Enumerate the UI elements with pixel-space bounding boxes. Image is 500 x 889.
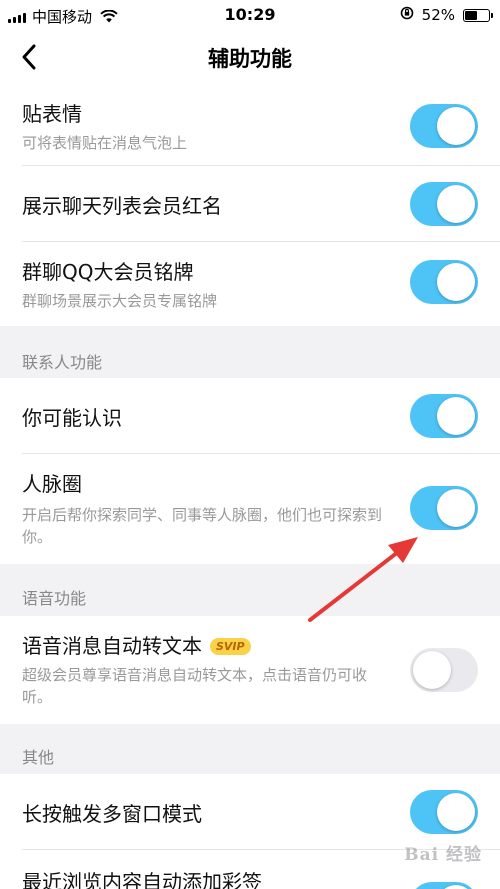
toggle-knob [437,397,475,435]
toggle-knob [437,489,475,527]
setting-row-voice-to-text: 语音消息自动转文本 SVIP 超级会员尊享语音消息自动转文本，点击语音仍可收听。 [0,616,500,724]
may-know-toggle[interactable] [410,394,478,438]
auto-tag-toggle[interactable] [410,882,478,889]
toggle-knob [437,793,475,831]
setting-row-group-badge: 群聊QQ大会员铭牌 群聊场景展示大会员专属铭牌 [0,242,500,326]
battery-fill [465,10,477,20]
svip-badge: SVIP [210,638,251,655]
page-title: 辅助功能 [208,47,292,71]
setting-row-network: 人脉圈 开启后帮你探索同学、同事等人脉圈，他们也可探索到你。 [0,454,500,564]
battery-icon [463,8,493,22]
toggle-knob [437,885,475,889]
setting-title: 长按触发多窗口模式 [22,802,202,826]
setting-desc: 可将表情贴在消息气泡上 [22,134,188,152]
toggle-knob [437,185,475,223]
watermark-logo: Bai 经验 [404,845,482,865]
section-header-voice: 语音功能 [0,564,500,616]
nav-bar: 辅助功能 [0,30,500,86]
vip-red-name-toggle[interactable] [410,182,478,226]
section-title: 联系人功能 [22,353,103,372]
setting-title: 展示聊天列表会员红名 [22,194,222,218]
setting-desc: 超级会员尊享语音消息自动转文本，点击语音仍可收听。 [22,666,368,706]
voice-to-text-toggle[interactable] [410,648,478,692]
sticker-toggle[interactable] [410,104,478,148]
orientation-lock-icon [400,6,414,24]
status-bar: 中国移动 10:29 52% [0,0,500,30]
group-badge-toggle[interactable] [410,260,478,304]
status-right: 52% [400,6,493,24]
setting-title: 贴表情 [22,102,82,126]
setting-desc: 开启后帮你探索同学、同事等人脉圈，他们也可探索到你。 [22,506,383,546]
section-header-contacts: 联系人功能 [0,326,500,378]
toggle-knob [437,263,475,301]
setting-desc: 群聊场景展示大会员专属铭牌 [22,292,218,310]
setting-title: 你可能认识 [22,406,122,430]
setting-title-row: 语音消息自动转文本 SVIP [22,630,251,659]
setting-row-may-know: 你可能认识 [0,378,500,454]
section-title: 其他 [22,748,55,767]
network-toggle[interactable] [410,486,478,530]
setting-title: 人脉圈 [22,472,82,496]
setting-row-multi-window: 长按触发多窗口模式 [0,774,500,850]
battery-percent: 52% [421,6,455,24]
setting-title: 群聊QQ大会员铭牌 [22,260,194,284]
setting-title: 最近浏览内容自动添加彩签 [22,870,262,889]
setting-title: 语音消息自动转文本 [22,634,202,658]
setting-row-sticker: 贴表情 可将表情贴在消息气泡上 [0,86,500,166]
toggle-knob [413,651,451,689]
multi-window-toggle[interactable] [410,790,478,834]
setting-row-vip-red-name: 展示聊天列表会员红名 [0,166,500,242]
toggle-knob [437,107,475,145]
section-title: 语音功能 [22,589,87,608]
section-header-other: 其他 [0,724,500,774]
